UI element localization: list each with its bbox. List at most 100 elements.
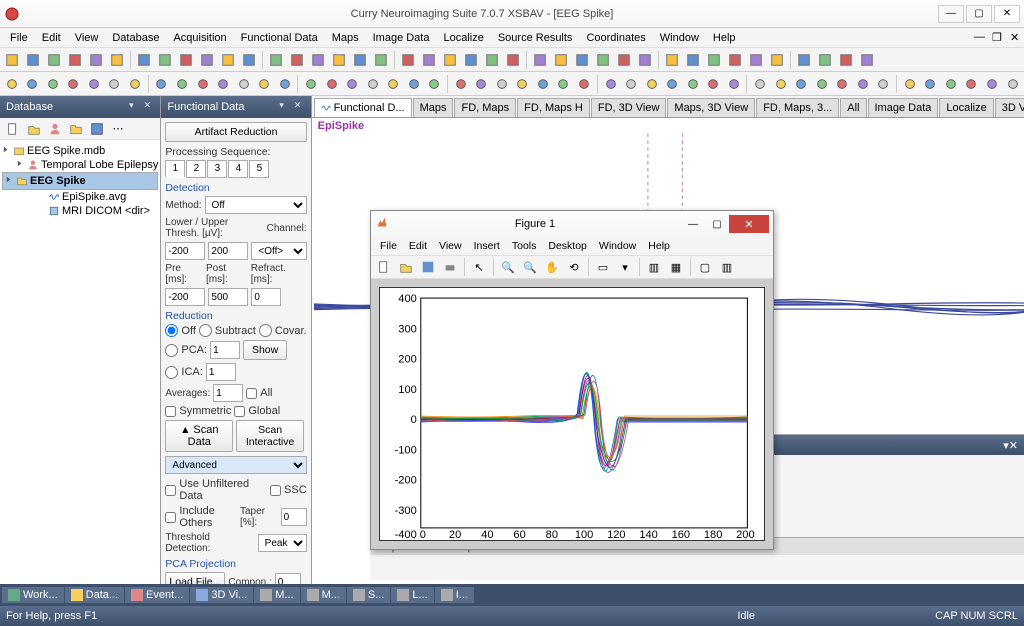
toolbar-button[interactable] (750, 74, 770, 94)
toolbar-button[interactable] (921, 74, 941, 94)
btab-s[interactable]: S... (347, 587, 391, 603)
ml-menu-edit[interactable]: Edit (404, 239, 432, 253)
toolbar-button[interactable] (350, 50, 370, 70)
toolbar-button[interactable] (746, 50, 766, 70)
ml-pan-icon[interactable]: ✋ (542, 257, 562, 277)
toolbar-button[interactable] (65, 50, 85, 70)
toolbar-button[interactable] (704, 50, 724, 70)
ml-new-icon[interactable] (374, 257, 394, 277)
toolbar-button[interactable] (451, 74, 471, 94)
ml-menu-window[interactable]: Window (594, 239, 641, 253)
toolbar-button[interactable] (43, 74, 63, 94)
toolbar-button[interactable] (404, 74, 424, 94)
toolbar-button[interactable] (642, 74, 662, 94)
menu-coordinates[interactable]: Coordinates (580, 30, 651, 46)
toolbar-button[interactable] (554, 74, 574, 94)
toolbar-button[interactable] (771, 74, 791, 94)
panel-close-icon[interactable]: ✕ (1009, 439, 1018, 452)
tree-item-mri[interactable]: MRI DICOM <dir> (2, 204, 158, 218)
btab-m2[interactable]: M... (301, 587, 346, 603)
toolbar-button[interactable] (533, 74, 553, 94)
incl-check[interactable] (165, 512, 176, 523)
toolbar-button[interactable] (815, 50, 835, 70)
toolbar-button[interactable] (503, 50, 523, 70)
toolbar-button[interactable] (662, 50, 682, 70)
toolbar-button[interactable] (572, 50, 592, 70)
ml-layout-icon[interactable]: ▢ (695, 257, 715, 277)
scan-data-button[interactable]: ▲ Scan Data (165, 420, 233, 452)
mdi-close-icon[interactable]: ✕ (1004, 29, 1020, 46)
ml-zoomout-icon[interactable]: 🔍 (520, 257, 540, 277)
toolbar-button[interactable] (962, 74, 982, 94)
btab-data[interactable]: Data... (65, 587, 124, 603)
ml-colorbar-icon[interactable]: ▥ (644, 257, 664, 277)
toolbar-button[interactable] (941, 74, 961, 94)
toolbar-button[interactable] (239, 50, 259, 70)
toolbar-button[interactable] (683, 74, 703, 94)
ml-menu-help[interactable]: Help (643, 239, 675, 253)
matlab-figure-window[interactable]: Figure 1 — ▢ ✕ File Edit View Insert Too… (370, 210, 774, 550)
menu-acquisition[interactable]: Acquisition (167, 30, 232, 46)
toolbar-button[interactable] (329, 50, 349, 70)
toolbar-button[interactable] (574, 74, 594, 94)
toolbar-button[interactable] (725, 50, 745, 70)
toolbar-button[interactable] (833, 74, 853, 94)
covar-radio[interactable] (259, 324, 272, 337)
toolbar-button[interactable] (125, 74, 145, 94)
toolbar-button[interactable] (197, 50, 217, 70)
tree-root[interactable]: EEG Spike.mdb (2, 144, 158, 158)
toolbar-button[interactable] (900, 74, 920, 94)
ml-brush-icon[interactable]: ▾ (615, 257, 635, 277)
mdi-restore-icon[interactable]: ❐ (986, 29, 1002, 46)
db-open-icon[interactable] (25, 120, 43, 138)
post-input[interactable] (208, 288, 248, 306)
toolbar-button[interactable] (275, 74, 295, 94)
ml-menu-view[interactable]: View (434, 239, 467, 253)
toolbar-button[interactable] (982, 74, 1002, 94)
toolbar-button[interactable] (218, 50, 238, 70)
toolbar-button[interactable] (419, 50, 439, 70)
avg-input[interactable] (213, 384, 243, 402)
ml-menu-desktop[interactable]: Desktop (543, 239, 592, 253)
doctab-fdmapsh[interactable]: FD, Maps H (517, 98, 590, 117)
menu-image-data[interactable]: Image Data (367, 30, 436, 46)
thdet-select[interactable]: Peak (258, 534, 307, 552)
toolbar-button[interactable] (64, 74, 84, 94)
sym-check[interactable] (165, 406, 176, 417)
global-check[interactable] (234, 406, 245, 417)
toolbar-button[interactable] (614, 50, 634, 70)
ml-menu-file[interactable]: File (375, 239, 402, 253)
toolbar-button[interactable] (176, 50, 196, 70)
close-button[interactable]: ✕ (994, 5, 1020, 23)
toolbar-button[interactable] (492, 74, 512, 94)
tree-item-epispike[interactable]: EpiSpike.avg (2, 190, 158, 204)
toolbar-button[interactable] (593, 50, 613, 70)
seq-tab-1[interactable]: 1 (165, 160, 185, 178)
ml-rotate-icon[interactable]: ⟲ (564, 257, 584, 277)
menu-file[interactable]: File (4, 30, 34, 46)
toolbar-button[interactable] (621, 74, 641, 94)
ml-maximize-button[interactable]: ▢ (705, 215, 729, 233)
lower-thresh-input[interactable] (165, 242, 205, 260)
toolbar-button[interactable] (266, 50, 286, 70)
toolbar-button[interactable] (874, 74, 894, 94)
menu-maps[interactable]: Maps (326, 30, 365, 46)
toolbar-button[interactable] (724, 74, 744, 94)
toolbar-button[interactable] (287, 50, 307, 70)
ml-menu-insert[interactable]: Insert (469, 239, 505, 253)
ml-minimize-button[interactable]: — (681, 215, 705, 233)
ml-save-icon[interactable] (418, 257, 438, 277)
toolbar-button[interactable] (425, 74, 445, 94)
seq-tab-2[interactable]: 2 (186, 160, 206, 178)
compon-input[interactable] (275, 573, 301, 584)
btab-l[interactable]: L... (391, 587, 433, 603)
ml-close-button[interactable]: ✕ (729, 215, 769, 233)
unfilt-check[interactable] (165, 485, 176, 496)
toolbar-button[interactable] (601, 74, 621, 94)
toolbar-button[interactable] (461, 50, 481, 70)
db-save-icon[interactable] (88, 120, 106, 138)
panel-close-icon[interactable]: ✕ (291, 100, 305, 114)
menu-view[interactable]: View (69, 30, 105, 46)
toolbar-button[interactable] (322, 74, 342, 94)
show-button[interactable]: Show (243, 340, 287, 360)
